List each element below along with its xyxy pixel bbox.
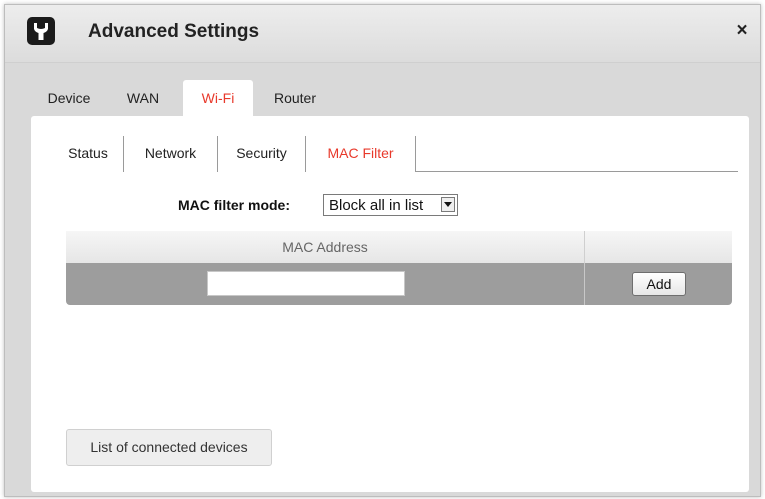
subtab-security[interactable]: Security [218,136,305,171]
wrench-icon [27,17,55,45]
subtab-status[interactable]: Status [53,136,123,171]
mac-address-input[interactable] [207,271,405,296]
sub-tabs: Status Network Security MAC Filter [31,116,749,172]
mac-filter-mode-select[interactable]: Block all in list [323,194,458,216]
close-icon[interactable]: × [732,21,752,41]
subtab-underline [416,171,738,172]
tab-router[interactable]: Router [265,80,325,116]
tab-device[interactable]: Device [39,80,99,116]
column-divider [584,263,585,305]
tab-wan[interactable]: WAN [123,80,163,116]
mac-filter-mode-label: MAC filter mode: [178,197,290,213]
list-connected-devices-button[interactable]: List of connected devices [66,429,272,466]
title-bar: Advanced Settings × [5,5,760,63]
chevron-down-icon[interactable] [441,197,455,212]
mac-filter-panel: Status Network Security MAC Filter MAC f… [31,116,749,492]
subtab-network[interactable]: Network [124,136,217,171]
mac-table-header: MAC Address [66,231,732,263]
advanced-settings-dialog: Advanced Settings × Device WAN Wi-Fi Rou… [4,4,761,497]
column-divider [584,231,585,263]
tab-wifi[interactable]: Wi-Fi [183,80,253,116]
subtab-mac-filter[interactable]: MAC Filter [306,136,415,171]
mac-filter-mode-value: Block all in list [329,197,424,214]
mac-address-column-header: MAC Address [282,239,368,255]
mac-entry-row: Add [66,263,732,305]
dialog-title: Advanced Settings [88,21,260,42]
add-button[interactable]: Add [632,272,686,296]
subtab-divider [415,136,416,172]
